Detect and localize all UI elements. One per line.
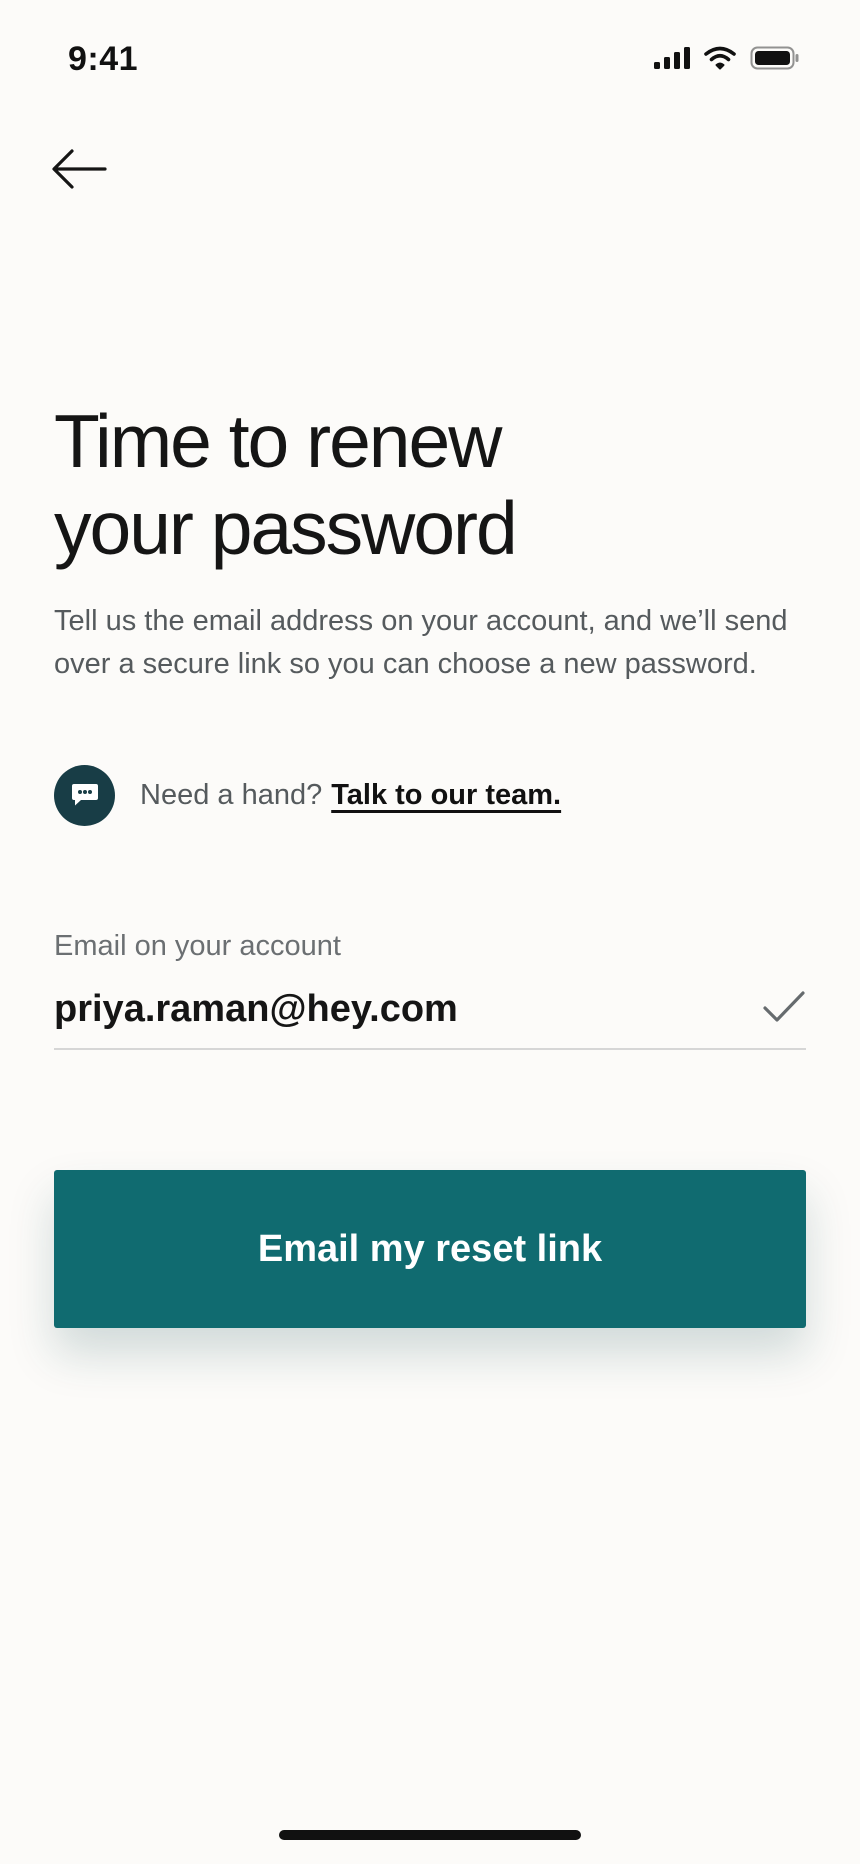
back-button[interactable] — [48, 142, 110, 196]
status-time: 9:41 — [68, 40, 139, 78]
checkmark-icon — [763, 991, 805, 1022]
arrow-left-icon — [52, 149, 107, 189]
wifi-icon — [704, 46, 736, 70]
help-row: Need a hand? Talk to our team. — [54, 764, 561, 826]
battery-icon — [750, 46, 799, 70]
page-title-line-1: Time to renew — [54, 399, 502, 483]
cellular-signal-icon — [654, 47, 690, 69]
status-icons — [654, 46, 800, 70]
page-title: Time to renew your password — [54, 398, 754, 572]
page-title-line-2: your password — [54, 486, 518, 570]
email-input[interactable] — [54, 980, 734, 1038]
page-description: Tell us the email address on your accoun… — [54, 605, 788, 680]
email-field-label: Email on your account — [54, 930, 341, 962]
talk-to-team-link[interactable]: Talk to our team. — [331, 779, 561, 812]
status-bar: 9:41 — [0, 0, 860, 120]
chat-bubble-icon — [54, 764, 115, 826]
help-prompt: Need a hand? — [140, 778, 323, 811]
home-indicator[interactable] — [279, 1830, 581, 1840]
email-field — [54, 980, 806, 1050]
email-reset-link-button[interactable]: Email my reset link — [54, 1170, 806, 1328]
